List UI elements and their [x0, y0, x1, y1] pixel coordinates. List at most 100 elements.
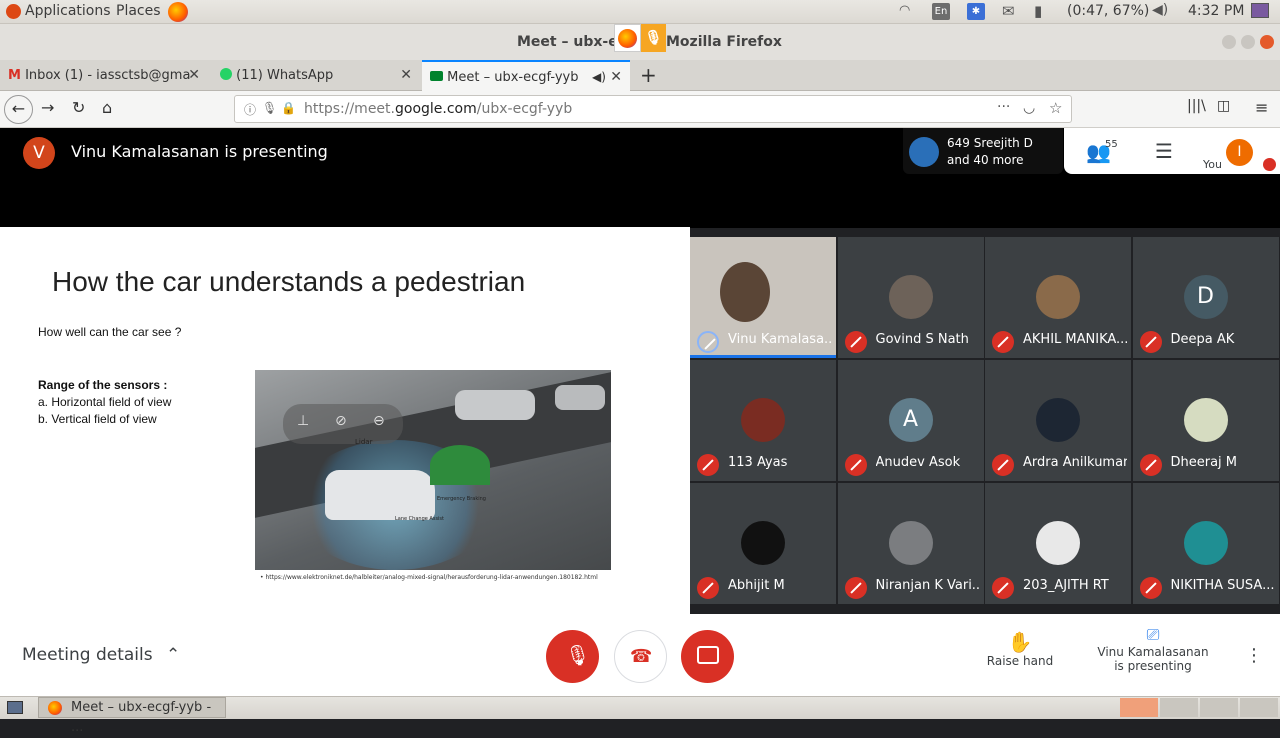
workspace-3[interactable] [1200, 698, 1238, 717]
microphone-sharing-icon[interactable]: 🎙 [641, 24, 666, 52]
show-desktop-icon[interactable] [7, 701, 23, 714]
participant-tile[interactable]: 113 Ayas [690, 360, 836, 481]
slide-question: How well can the car see ? [38, 325, 182, 339]
gmail-icon: M [8, 68, 21, 83]
applications-menu[interactable]: Applications [25, 3, 111, 19]
avatar [888, 275, 933, 319]
minimize-button[interactable] [1222, 35, 1236, 49]
tab-label: Meet – ubx-ecgf-yyb [447, 70, 579, 85]
tab-audio-icon[interactable]: ◀) [592, 62, 606, 91]
more-options-icon[interactable]: ⋮ [1245, 645, 1263, 666]
bookmark-star-icon[interactable]: ☆ [1049, 99, 1062, 117]
participant-tile[interactable]: A Anudev Asok [837, 360, 984, 481]
pin-icon[interactable]: ⊥ [297, 413, 309, 429]
firefox-sharing-icon [614, 24, 641, 52]
mic-off-icon [844, 577, 867, 599]
lidar-label: Lidar [355, 438, 373, 446]
places-menu[interactable]: Places [116, 3, 161, 19]
avatar [1036, 275, 1080, 319]
wifi-icon[interactable]: ◠ [899, 3, 910, 18]
speaking-indicator-icon [697, 331, 719, 353]
tab-meet[interactable]: Meet – ubx-ecgf-yyb ◀) ✕ [422, 60, 630, 91]
pocket-icon[interactable]: ◡ [1023, 100, 1035, 116]
participant-name: Vinu Kamalasa... [728, 332, 832, 347]
tab-bar: M Inbox (1) - iassctsb@gma ✕ (11) WhatsA… [0, 60, 1280, 91]
battery-icon[interactable]: ▮ [1034, 2, 1042, 20]
page-actions-icon[interactable]: ··· [997, 99, 1010, 115]
tab-gmail[interactable]: M Inbox (1) - iassctsb@gma ✕ [0, 60, 208, 91]
participant-name: AKHIL MANIKA... [1023, 332, 1127, 347]
self-mic-off-icon [1263, 158, 1276, 171]
self-avatar[interactable]: I [1226, 139, 1253, 166]
avatar: D [1183, 275, 1228, 319]
taskbar-window-item[interactable]: Meet – ubx-ecgf-yyb - ... [38, 697, 226, 735]
microphone-permission-icon[interactable]: 🎙 [262, 101, 277, 115]
raise-hand-button[interactable]: ✋ Raise hand [985, 630, 1055, 668]
slide-range-list: Range of the sensors : a. Horizontal fie… [38, 377, 171, 428]
whatsapp-icon [220, 68, 232, 80]
participant-tile[interactable]: Abhijit M [690, 483, 836, 604]
presenting-status-button[interactable]: ⎚ Vinu Kamalasanan is presenting [1093, 625, 1213, 673]
workspace-4[interactable] [1240, 698, 1278, 717]
lock-icon[interactable]: 🔒 [281, 101, 296, 115]
keyboard-layout-indicator[interactable]: En [932, 3, 950, 20]
participant-name: Anudev Asok [875, 455, 961, 470]
mail-icon[interactable]: ✉ [1002, 2, 1015, 20]
present-screen-icon: ⎚ [1146, 625, 1160, 644]
avatar [1183, 398, 1228, 442]
close-window-button[interactable] [1260, 35, 1274, 49]
participant-tile[interactable]: Ardra Anilkumar [985, 360, 1131, 481]
participants-summary[interactable]: 649 Sreejith D and 40 more [903, 128, 1063, 174]
presenting-banner: Vinu Kamalasanan is presenting [71, 142, 328, 161]
avatar [741, 398, 785, 442]
avatar [1183, 521, 1228, 565]
firefox-icon [48, 701, 62, 715]
home-button[interactable]: ⌂ [102, 98, 112, 117]
new-tab-button[interactable]: + [640, 63, 657, 87]
hamburger-menu-icon[interactable]: ≡ [1255, 98, 1268, 117]
meeting-details-toggle[interactable]: Meeting details ⌃ [22, 645, 180, 665]
lane-change-label: Lane Change Assist [395, 516, 445, 522]
participant-tile[interactable]: AKHIL MANIKA... [985, 237, 1131, 358]
participant-tile[interactable]: Niranjan K Vari... [837, 483, 984, 604]
battery-status[interactable]: (0:47, 67%) [1067, 3, 1149, 19]
lidar-illustration: ⊥ ⊘ ⊖ Lidar Lane Change Assist Emergency… [255, 370, 611, 570]
url-bar[interactable]: ⓘ 🎙 🔒 https://meet.google.com/ubx-ecgf-y… [234, 95, 1072, 123]
leave-call-button[interactable]: ☎ [614, 630, 667, 683]
tab-whatsapp[interactable]: (11) WhatsApp ✕ [212, 60, 420, 91]
avatar [888, 521, 933, 565]
participant-tile[interactable]: NIKITHA SUSA... [1132, 483, 1279, 604]
chat-icon[interactable]: ☰ [1155, 139, 1173, 163]
participant-tile[interactable]: Dheeraj M [1132, 360, 1279, 481]
participant-name: Ardra Anilkumar [1023, 455, 1127, 470]
url-text[interactable]: https://meet.google.com/ubx-ecgf-yyb [304, 101, 572, 117]
participant-tile[interactable]: Vinu Kamalasa... [690, 237, 836, 358]
close-tab-icon[interactable]: ✕ [400, 60, 412, 91]
sidebar-icon[interactable]: ◫ [1217, 98, 1230, 114]
participant-tile[interactable]: D Deepa AK [1132, 237, 1279, 358]
mute-icon[interactable]: ⊘ [335, 413, 347, 429]
library-icon[interactable]: |||\ [1187, 98, 1206, 114]
camera-toggle-button[interactable] [681, 630, 734, 683]
site-info-icon[interactable]: ⓘ [244, 101, 256, 118]
back-button[interactable]: ← [4, 95, 33, 124]
reload-button[interactable]: ↻ [72, 98, 85, 117]
avatar [720, 262, 770, 322]
participant-tile[interactable]: Govind S Nath [837, 237, 984, 358]
microphone-toggle-button[interactable]: 🎙 [546, 630, 599, 683]
close-tab-icon[interactable]: ✕ [188, 60, 200, 91]
maximize-button[interactable] [1241, 35, 1255, 49]
forward-button[interactable]: → [41, 98, 54, 117]
session-menu-icon[interactable] [1251, 3, 1269, 18]
emergency-braking-label: Emergency Braking [437, 496, 486, 502]
remove-icon[interactable]: ⊖ [373, 413, 385, 429]
close-tab-icon[interactable]: ✕ [610, 62, 622, 91]
workspace-2[interactable] [1160, 698, 1198, 717]
ubuntu-logo-icon[interactable] [6, 4, 21, 19]
workspace-1[interactable] [1120, 698, 1158, 717]
firefox-launcher-icon[interactable] [168, 2, 188, 22]
participant-tile[interactable]: 203_AJITH RT [985, 483, 1131, 604]
volume-icon[interactable]: ◀) [1152, 2, 1168, 18]
bluetooth-icon[interactable]: ✱ [967, 3, 985, 20]
clock[interactable]: 4:32 PM [1188, 3, 1244, 19]
